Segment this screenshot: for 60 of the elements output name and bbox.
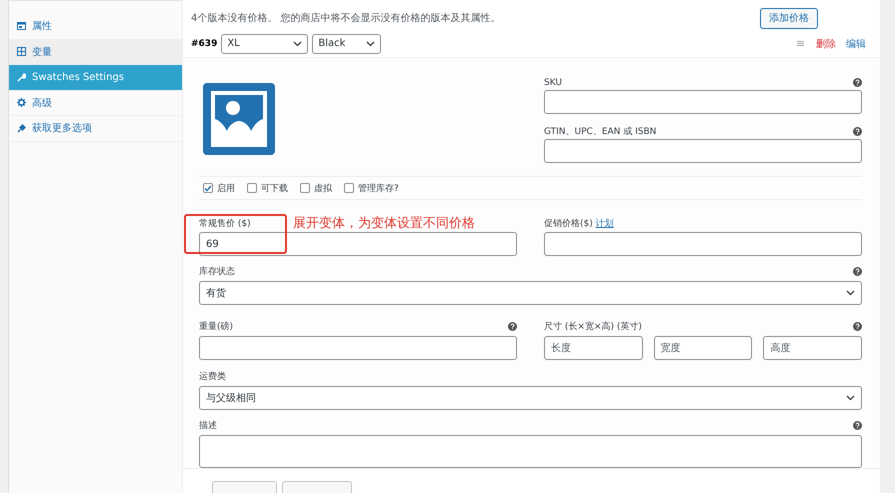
checkbox[interactable] [344,183,354,193]
checkbox-label: 启用 [217,182,235,194]
help-icon [853,78,862,87]
help-icon [508,322,517,331]
drag-handle-icon[interactable] [797,41,804,46]
notice-text: 4个版本没有价格。 您的商店中将不会显示没有价格的版本及其属性。 [191,12,501,26]
sidebar-item[interactable]: 获取更多选项 [9,116,182,142]
field-label: 常规售价 ($) [199,218,251,230]
checkbox[interactable] [247,183,257,193]
help-icon [853,127,862,136]
variation-id: #639 [191,38,218,49]
dimension-field[interactable]: 长度 [544,336,643,360]
chevron-down-icon [846,395,855,401]
attribute-select[interactable]: Black [312,34,382,54]
field-label: 运费类 [199,370,226,383]
dimension-field[interactable]: 宽度 [654,336,752,360]
help-icon [853,267,862,276]
chevron-down-icon [293,40,302,47]
schedule-link[interactable]: 计划 [596,219,614,229]
price-field[interactable]: 69 [199,232,517,256]
field-label: 描述 [199,420,217,432]
checkbox-label: 虚拟 [314,182,332,194]
description-field[interactable] [199,435,862,468]
field-label: 尺寸 (长×宽×高) (英寸) [544,320,642,333]
window-icon [17,22,26,30]
sidebar-item[interactable]: 变量 [9,40,182,65]
grid-icon [17,47,26,56]
gtin-field[interactable] [544,139,862,163]
help-icon [853,322,862,331]
gear-icon [17,98,26,108]
shipping-class-select[interactable]: 与父级相同 [199,386,862,410]
delete-link[interactable]: 删除 [816,36,836,51]
field-label: 库存状态 [199,266,235,278]
button[interactable] [282,481,352,493]
sku-field[interactable] [544,90,862,114]
checkbox[interactable] [203,183,213,193]
field-label: GTIN、UPC、EAN 或 ISBN [544,126,656,138]
field-label: 促销价格($) 计划 [544,218,614,230]
checkbox[interactable] [300,183,310,193]
field-label: 重量(磅) [199,320,234,333]
help-icon [853,421,862,430]
image-placeholder-icon[interactable] [203,83,275,155]
chevron-down-icon [846,290,855,296]
wrench-icon [17,72,26,82]
sale-price-field[interactable] [544,232,862,256]
edit-link[interactable]: 编辑 [846,36,866,51]
annotation-text: 展开变体，为变体设置不同价格 [293,215,475,232]
weight-field[interactable] [199,336,517,360]
attribute-select[interactable]: XL [221,34,308,54]
add-price-button[interactable]: 添加价格 [760,8,818,29]
stock-status-select[interactable]: 有货 [199,281,862,305]
chevron-down-icon [366,40,376,47]
sidebar-item[interactable]: 高级 [9,90,182,116]
field-label: SKU [544,78,562,88]
sidebar-item[interactable]: Swatches Settings [9,65,182,90]
dimension-field[interactable]: 高度 [763,336,862,360]
checkbox-label: 可下载 [261,182,288,194]
plug-icon [17,124,26,133]
button[interactable] [212,481,277,493]
checkbox-label: 管理库存? [358,182,399,194]
